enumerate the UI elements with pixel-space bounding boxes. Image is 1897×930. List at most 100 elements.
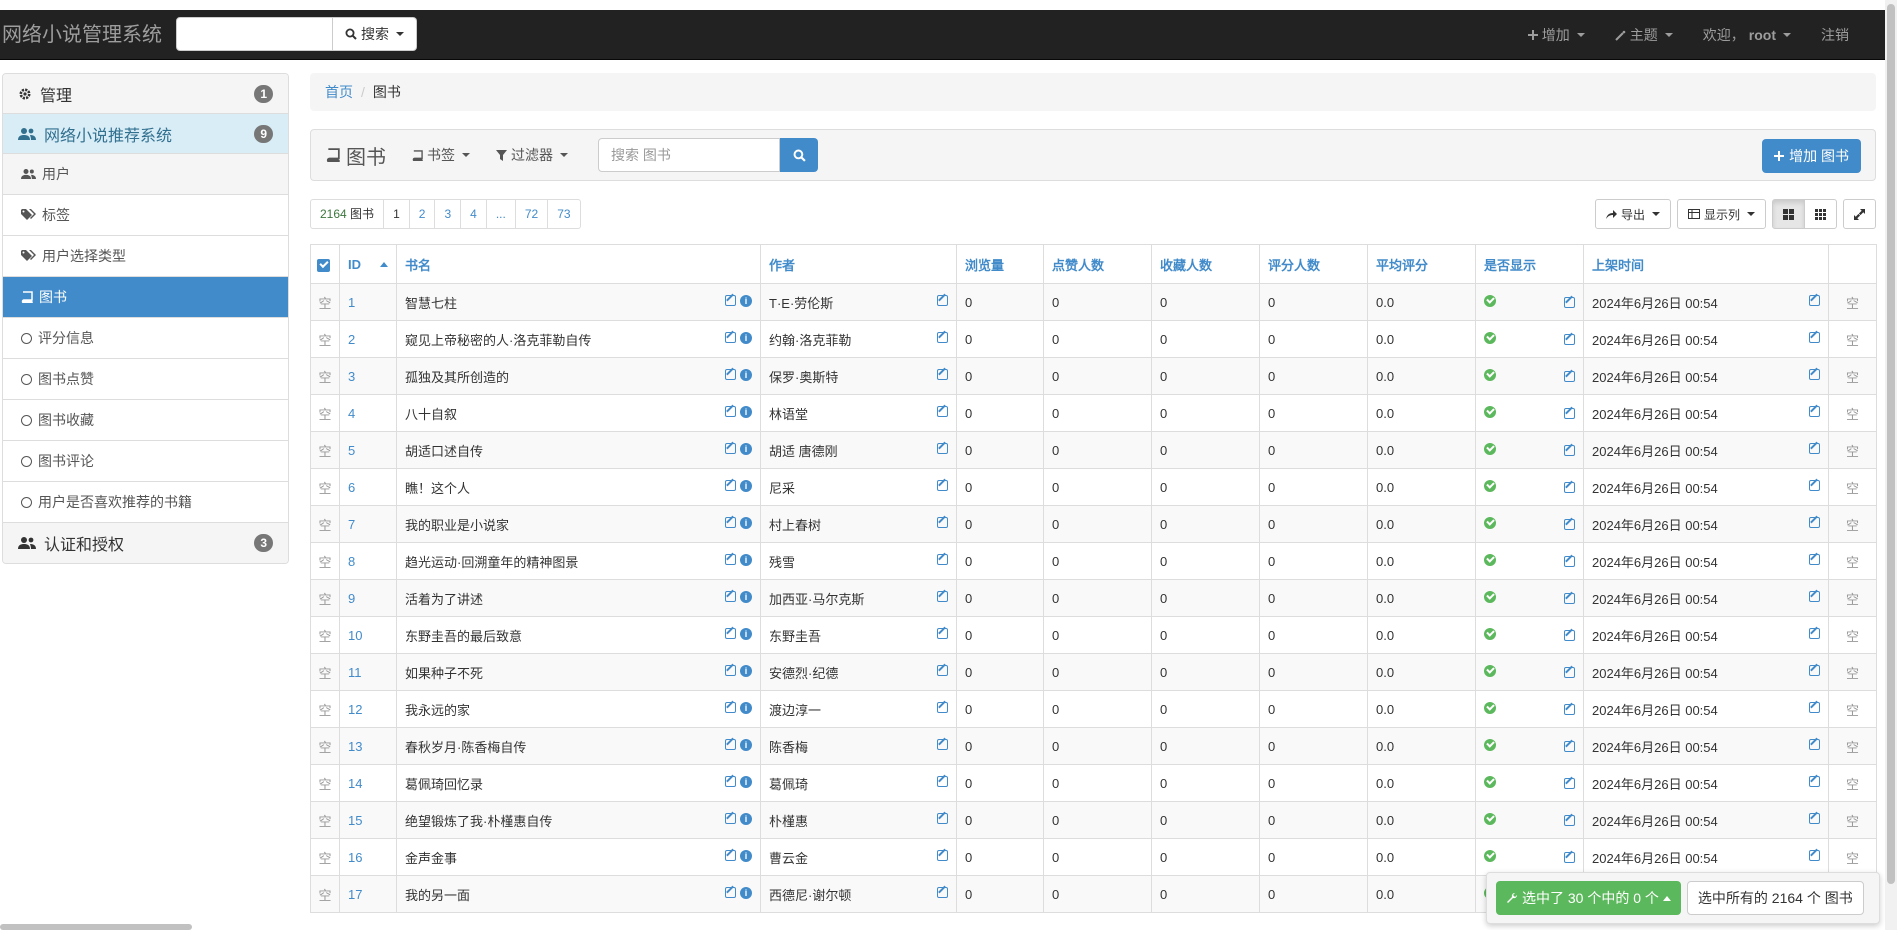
col-header-raters[interactable]: 评分人数 xyxy=(1259,244,1368,284)
export-button[interactable]: 导出 xyxy=(1594,199,1671,229)
scrollbar-thumb[interactable] xyxy=(1887,4,1895,884)
row-select-cell[interactable]: 空 xyxy=(310,357,340,395)
info-icon[interactable]: i xyxy=(740,553,752,566)
edit-icon[interactable] xyxy=(1809,516,1820,528)
row-select-cell[interactable]: 空 xyxy=(310,653,340,691)
page-link[interactable]: 3 xyxy=(434,199,462,229)
row-id-link[interactable]: 9 xyxy=(348,591,355,606)
edit-icon[interactable] xyxy=(725,886,736,898)
info-icon[interactable]: i xyxy=(740,294,752,307)
sidebar-item-book-comments[interactable]: 图书评论 xyxy=(3,441,288,482)
edit-icon[interactable] xyxy=(1564,851,1575,863)
info-icon[interactable]: i xyxy=(740,664,752,677)
edit-icon[interactable] xyxy=(937,331,948,343)
edit-icon[interactable] xyxy=(937,405,948,417)
sidebar-item-book-likes[interactable]: 图书点赞 xyxy=(3,359,288,400)
row-id-link[interactable]: 12 xyxy=(348,702,362,717)
edit-icon[interactable] xyxy=(1809,294,1820,306)
row-id-link[interactable]: 1 xyxy=(348,295,355,310)
edit-icon[interactable] xyxy=(725,294,736,306)
selection-actions-button[interactable]: 选中了 30 个中的 0 个 xyxy=(1496,881,1681,915)
edit-icon[interactable] xyxy=(1564,592,1575,604)
edit-icon[interactable] xyxy=(725,812,736,824)
row-id-link[interactable]: 2 xyxy=(348,332,355,347)
row-select-cell[interactable]: 空 xyxy=(310,838,340,876)
edit-icon[interactable] xyxy=(725,368,736,380)
edit-icon[interactable] xyxy=(937,590,948,602)
row-actions-cell[interactable]: 空 xyxy=(1828,431,1877,469)
info-icon[interactable]: i xyxy=(740,812,752,825)
grid-small-view-button[interactable] xyxy=(1804,199,1837,229)
row-id-link[interactable]: 7 xyxy=(348,517,355,532)
edit-icon[interactable] xyxy=(937,812,948,824)
page-link[interactable]: 72 xyxy=(514,199,549,229)
col-header-likes[interactable]: 点赞人数 xyxy=(1043,244,1152,284)
row-select-cell[interactable]: 空 xyxy=(310,542,340,580)
grid-large-view-button[interactable] xyxy=(1772,199,1805,229)
edit-icon[interactable] xyxy=(1564,814,1575,826)
info-icon[interactable]: i xyxy=(740,738,752,751)
edit-icon[interactable] xyxy=(1564,370,1575,382)
row-select-cell[interactable]: 空 xyxy=(310,431,340,469)
edit-icon[interactable] xyxy=(725,479,736,491)
edit-icon[interactable] xyxy=(937,553,948,565)
row-actions-cell[interactable]: 空 xyxy=(1828,764,1877,802)
col-header-title[interactable]: 书名 xyxy=(396,244,761,284)
sidebar-item-users[interactable]: 用户 xyxy=(3,154,288,195)
select-all-results-button[interactable]: 选中所有的 2164 个 图书 xyxy=(1686,881,1864,915)
info-icon[interactable]: i xyxy=(740,627,752,640)
edit-icon[interactable] xyxy=(725,442,736,454)
edit-icon[interactable] xyxy=(937,701,948,713)
row-actions-cell[interactable]: 空 xyxy=(1828,579,1877,617)
row-actions-cell[interactable]: 空 xyxy=(1828,283,1877,321)
edit-icon[interactable] xyxy=(725,553,736,565)
col-header-favorites[interactable]: 收藏人数 xyxy=(1151,244,1260,284)
sidebar-manage-header[interactable]: 管理 1 xyxy=(3,74,288,114)
fullscreen-button[interactable] xyxy=(1843,199,1876,229)
edit-icon[interactable] xyxy=(1809,442,1820,454)
row-select-cell[interactable]: 空 xyxy=(310,468,340,506)
columns-button[interactable]: 显示列 xyxy=(1676,199,1766,229)
edit-icon[interactable] xyxy=(1564,518,1575,530)
info-icon[interactable]: i xyxy=(740,886,752,899)
info-icon[interactable]: i xyxy=(740,516,752,529)
info-icon[interactable]: i xyxy=(740,701,752,714)
sidebar-system-header[interactable]: 网络小说推荐系统 9 xyxy=(3,114,288,154)
sidebar-item-book-favorites[interactable]: 图书收藏 xyxy=(3,400,288,441)
edit-icon[interactable] xyxy=(937,516,948,528)
col-header-visible[interactable]: 是否显示 xyxy=(1475,244,1584,284)
row-id-link[interactable]: 17 xyxy=(348,887,362,902)
edit-icon[interactable] xyxy=(937,294,948,306)
horizontal-scrollbar[interactable] xyxy=(0,924,192,930)
user-menu[interactable]: 欢迎， root xyxy=(1688,25,1806,45)
row-select-cell[interactable]: 空 xyxy=(310,320,340,358)
edit-icon[interactable] xyxy=(1809,553,1820,565)
col-header-publish-time[interactable]: 上架时间 xyxy=(1583,244,1829,284)
edit-icon[interactable] xyxy=(1564,555,1575,567)
row-actions-cell[interactable]: 空 xyxy=(1828,616,1877,654)
edit-icon[interactable] xyxy=(937,775,948,787)
row-select-cell[interactable]: 空 xyxy=(310,579,340,617)
info-icon[interactable]: i xyxy=(740,479,752,492)
sidebar-item-tags[interactable]: 标签 xyxy=(3,195,288,236)
edit-icon[interactable] xyxy=(1564,481,1575,493)
row-select-cell[interactable]: 空 xyxy=(310,690,340,728)
edit-icon[interactable] xyxy=(1809,627,1820,639)
row-actions-cell[interactable]: 空 xyxy=(1828,394,1877,432)
info-icon[interactable]: i xyxy=(740,775,752,788)
logout-link[interactable]: 注销 xyxy=(1806,25,1864,45)
info-icon[interactable]: i xyxy=(740,849,752,862)
row-id-link[interactable]: 13 xyxy=(348,739,362,754)
row-actions-cell[interactable]: 空 xyxy=(1828,727,1877,765)
edit-icon[interactable] xyxy=(937,738,948,750)
book-search-input[interactable]: 搜索 图书 xyxy=(598,138,780,172)
edit-icon[interactable] xyxy=(725,405,736,417)
row-select-cell[interactable]: 空 xyxy=(310,764,340,802)
edit-icon[interactable] xyxy=(1809,701,1820,713)
add-book-button[interactable]: 增加 图书 xyxy=(1762,139,1861,173)
filter-dropdown[interactable]: 过滤器 xyxy=(496,145,568,165)
edit-icon[interactable] xyxy=(1564,666,1575,678)
row-select-cell[interactable]: 空 xyxy=(310,801,340,839)
sidebar-item-recommend-feedback[interactable]: 用户是否喜欢推荐的书籍 xyxy=(3,482,288,523)
row-id-link[interactable]: 4 xyxy=(348,406,355,421)
